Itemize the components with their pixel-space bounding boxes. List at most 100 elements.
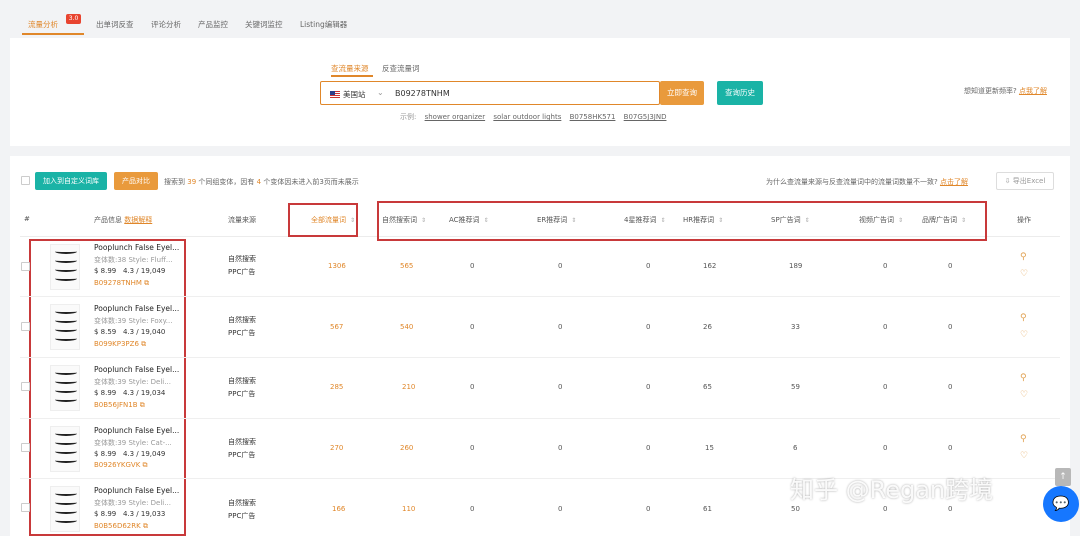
watermark: 知乎 @Regan跨境 xyxy=(790,476,994,504)
heart-icon[interactable]: ♡ xyxy=(1020,330,1028,340)
price-rating: $ 8.59 4.3 / 19,040 xyxy=(94,328,165,336)
product-name[interactable]: Pooplunch False Eyel... xyxy=(94,365,179,374)
product-thumbnail[interactable] xyxy=(50,486,80,532)
tab-review-analysis[interactable]: 评论分析 xyxy=(151,19,181,30)
row-checkbox[interactable] xyxy=(21,262,30,271)
external-link-icon[interactable]: ⧉ xyxy=(143,461,148,469)
product-name[interactable]: Pooplunch False Eyel... xyxy=(94,243,179,252)
variant-info: 变体数:39 Style: Cat-... xyxy=(94,439,172,447)
value-video: 0 xyxy=(883,262,888,270)
chevron-down-icon[interactable]: ⌄ xyxy=(377,88,384,97)
help-link[interactable]: 点我了解 xyxy=(1019,87,1047,95)
select-all-checkbox[interactable] xyxy=(21,176,30,185)
export-excel-button[interactable]: ⇩ 导出Excel xyxy=(996,172,1054,190)
value-all[interactable]: 166 xyxy=(332,505,345,513)
chat-icon[interactable]: 💬 xyxy=(1043,486,1079,522)
asin-link[interactable]: B09278TNHM ⧉ xyxy=(94,279,149,288)
external-link-icon[interactable]: ⧉ xyxy=(144,279,149,287)
summary-text: 个同组变体，因有 xyxy=(198,178,255,186)
add-to-custom-lexicon-button[interactable]: 加入到自定义词库 xyxy=(35,172,107,190)
site-select[interactable]: 美国站 xyxy=(343,89,366,100)
highlight-all-keywords xyxy=(288,203,358,237)
example-link[interactable]: shower organizer xyxy=(425,113,486,121)
col-index: # xyxy=(24,215,30,223)
search-button[interactable]: 立即查询 xyxy=(660,81,704,105)
value-all[interactable]: 285 xyxy=(330,383,343,391)
heart-icon[interactable]: ♡ xyxy=(1020,390,1028,400)
value-natural[interactable]: 260 xyxy=(400,444,413,452)
external-link-icon[interactable]: ⧉ xyxy=(140,401,145,409)
scroll-to-top-button[interactable]: ↑ xyxy=(1055,468,1071,486)
product-thumbnail[interactable] xyxy=(50,426,80,472)
faq-line: 为什么查流量来源与反查流量词中的流量词数量不一致? 点击了解 xyxy=(766,177,968,187)
search-icon[interactable]: ⚲ xyxy=(1020,313,1027,323)
search-input[interactable]: B09278TNHM xyxy=(395,89,450,98)
faq-text: 为什么查流量来源与反查流量词中的流量词数量不一致? xyxy=(766,178,938,186)
tab-product-monitor[interactable]: 产品监控 xyxy=(198,19,228,30)
row-checkbox[interactable] xyxy=(21,322,30,331)
asin-link[interactable]: B0B56JFN1B ⧉ xyxy=(94,401,145,410)
price: $ 8.99 xyxy=(94,267,117,275)
product-thumbnail[interactable] xyxy=(50,365,80,411)
tab-order-keywords[interactable]: 出单词反查 xyxy=(96,19,134,30)
asin: B09278TNHM xyxy=(94,279,142,287)
value-all[interactable]: 270 xyxy=(330,444,343,452)
value-brand: 0 xyxy=(948,323,953,331)
external-link-icon[interactable]: ⧉ xyxy=(143,522,148,530)
product-name[interactable]: Pooplunch False Eyel... xyxy=(94,486,179,495)
tab-keyword-monitor[interactable]: 关键词监控 xyxy=(245,19,283,30)
price-rating: $ 8.99 4.3 / 19,049 xyxy=(94,450,165,458)
row-checkbox[interactable] xyxy=(21,503,30,512)
tab-listing-editor[interactable]: Listing编辑器 xyxy=(300,19,347,30)
value-ac: 0 xyxy=(470,323,475,331)
example-link[interactable]: solar outdoor lights xyxy=(493,113,561,121)
search-icon[interactable]: ⚲ xyxy=(1020,434,1027,444)
tab-traffic-analysis[interactable]: 流量分析 xyxy=(28,19,58,30)
hidden-count: 4 xyxy=(256,178,262,186)
examples: 示例: shower organizer solar outdoor light… xyxy=(400,112,666,122)
value-er: 0 xyxy=(558,383,563,391)
data-explain-link[interactable]: 数据解释 xyxy=(124,216,152,224)
asin-link[interactable]: B0926YKGVK ⧉ xyxy=(94,461,148,470)
lash-graphic xyxy=(55,518,77,523)
value-natural[interactable]: 210 xyxy=(402,383,415,391)
history-button[interactable]: 查询历史 xyxy=(717,81,763,105)
product-compare-button[interactable]: 产品对比 xyxy=(114,172,158,190)
examples-prefix: 示例: xyxy=(400,113,417,121)
heart-icon[interactable]: ♡ xyxy=(1020,269,1028,279)
value-er: 0 xyxy=(558,262,563,270)
product-name[interactable]: Pooplunch False Eyel... xyxy=(94,426,179,435)
col-action: 操作 xyxy=(1017,216,1031,224)
search-icon[interactable]: ⚲ xyxy=(1020,252,1027,262)
price: $ 8.99 xyxy=(94,389,117,397)
value-brand: 0 xyxy=(948,444,953,452)
value-natural[interactable]: 565 xyxy=(400,262,413,270)
source-organic: 自然搜索 xyxy=(228,377,256,385)
price-rating: $ 8.99 4.3 / 19,033 xyxy=(94,510,165,518)
example-link[interactable]: B0758HK571 xyxy=(570,113,616,121)
row-checkbox[interactable] xyxy=(21,382,30,391)
product-thumbnail[interactable] xyxy=(50,304,80,350)
example-link[interactable]: B07G5J3JND xyxy=(624,113,667,121)
value-all[interactable]: 567 xyxy=(330,323,343,331)
search-icon[interactable]: ⚲ xyxy=(1020,373,1027,383)
row-checkbox[interactable] xyxy=(21,443,30,452)
value-sp: 33 xyxy=(791,323,800,331)
value-natural[interactable]: 540 xyxy=(400,323,413,331)
asin-link[interactable]: B099KP3PZ6 ⧉ xyxy=(94,340,146,349)
lash-graphic xyxy=(55,370,77,375)
value-sp: 6 xyxy=(793,444,798,452)
col-product: 产品信息 数据解释 xyxy=(94,215,152,225)
external-link-icon[interactable]: ⧉ xyxy=(141,340,146,348)
value-all[interactable]: 1306 xyxy=(328,262,346,270)
heart-icon[interactable]: ♡ xyxy=(1020,451,1028,461)
tab-traffic-source[interactable]: 查流量来源 xyxy=(331,63,369,74)
lash-graphic xyxy=(55,327,77,332)
value-sp: 50 xyxy=(791,505,800,513)
product-name[interactable]: Pooplunch False Eyel... xyxy=(94,304,179,313)
product-thumbnail[interactable] xyxy=(50,244,80,290)
faq-link[interactable]: 点击了解 xyxy=(940,178,968,186)
value-natural[interactable]: 110 xyxy=(402,505,415,513)
tab-reverse-keywords[interactable]: 反查流量词 xyxy=(382,63,420,74)
asin-link[interactable]: B0B56D62RK ⧉ xyxy=(94,522,148,531)
